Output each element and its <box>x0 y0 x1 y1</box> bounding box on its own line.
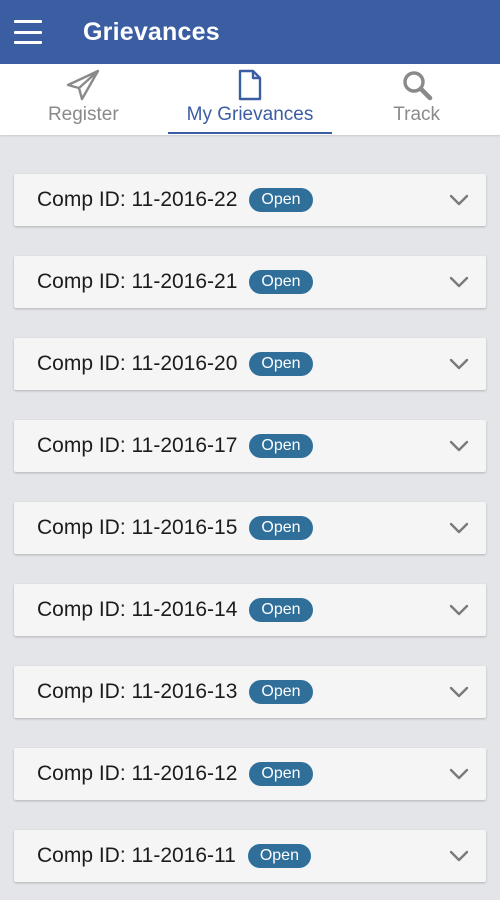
status-badge: Open <box>249 598 313 622</box>
status-badge: Open <box>249 434 313 458</box>
chevron-down-icon[interactable] <box>448 767 470 781</box>
tab-my-grievances-label: My Grievances <box>186 104 314 125</box>
grievance-item[interactable]: Comp ID: 11-2016-12 Open <box>14 748 486 800</box>
chevron-down-icon[interactable] <box>448 521 470 535</box>
grievance-id: Comp ID: 11-2016-20 <box>37 352 238 375</box>
status-badge: Open <box>247 844 311 868</box>
chevron-down-icon[interactable] <box>448 439 470 453</box>
paper-plane-icon <box>65 68 101 102</box>
grievance-id: Comp ID: 11-2016-12 <box>37 762 238 785</box>
grievance-item[interactable]: Comp ID: 11-2016-20 Open <box>14 338 486 390</box>
grievance-item[interactable]: Comp ID: 11-2016-21 Open <box>14 256 486 308</box>
status-badge: Open <box>249 270 313 294</box>
grievance-id: Comp ID: 11-2016-15 <box>37 516 238 539</box>
grievance-item[interactable]: Comp ID: 11-2016-17 Open <box>14 420 486 472</box>
hamburger-menu-icon[interactable] <box>14 20 42 44</box>
tab-my-grievances[interactable]: My Grievances <box>167 64 334 135</box>
tab-register-label: Register <box>47 104 119 125</box>
status-badge: Open <box>249 516 313 540</box>
grievance-id: Comp ID: 11-2016-14 <box>37 598 238 621</box>
search-icon <box>401 68 433 102</box>
grievance-list: Comp ID: 11-2016-22 Open Comp ID: 11-201… <box>14 174 486 900</box>
chevron-down-icon[interactable] <box>448 849 470 863</box>
tab-track-label: Track <box>393 104 441 125</box>
status-badge: Open <box>249 680 313 704</box>
app-bar: Grievances <box>0 0 500 64</box>
grievance-id: Comp ID: 11-2016-11 <box>37 844 236 867</box>
tab-register[interactable]: Register <box>0 64 167 135</box>
chevron-down-icon[interactable] <box>448 193 470 207</box>
status-badge: Open <box>249 188 313 212</box>
chevron-down-icon[interactable] <box>448 603 470 617</box>
grievance-id: Comp ID: 11-2016-17 <box>37 434 238 457</box>
chevron-down-icon[interactable] <box>448 685 470 699</box>
app-screen: Grievances Register My Grievances Track … <box>0 0 500 900</box>
grievance-id: Comp ID: 11-2016-22 <box>37 188 238 211</box>
grievance-item[interactable]: Comp ID: 11-2016-14 Open <box>14 584 486 636</box>
page-title: Grievances <box>83 17 220 46</box>
grievance-item[interactable]: Comp ID: 11-2016-15 Open <box>14 502 486 554</box>
grievance-item[interactable]: Comp ID: 11-2016-22 Open <box>14 174 486 226</box>
grievance-id: Comp ID: 11-2016-13 <box>37 680 238 703</box>
status-badge: Open <box>249 352 313 376</box>
grievance-item[interactable]: Comp ID: 11-2016-11 Open <box>14 830 486 882</box>
document-icon <box>237 68 263 102</box>
tab-track[interactable]: Track <box>333 64 500 135</box>
grievance-id: Comp ID: 11-2016-21 <box>37 270 238 293</box>
active-tab-indicator <box>167 132 333 134</box>
chevron-down-icon[interactable] <box>448 357 470 371</box>
chevron-down-icon[interactable] <box>448 275 470 289</box>
grievance-item[interactable]: Comp ID: 11-2016-13 Open <box>14 666 486 718</box>
status-badge: Open <box>249 762 313 786</box>
tab-bar: Register My Grievances Track <box>0 64 500 135</box>
